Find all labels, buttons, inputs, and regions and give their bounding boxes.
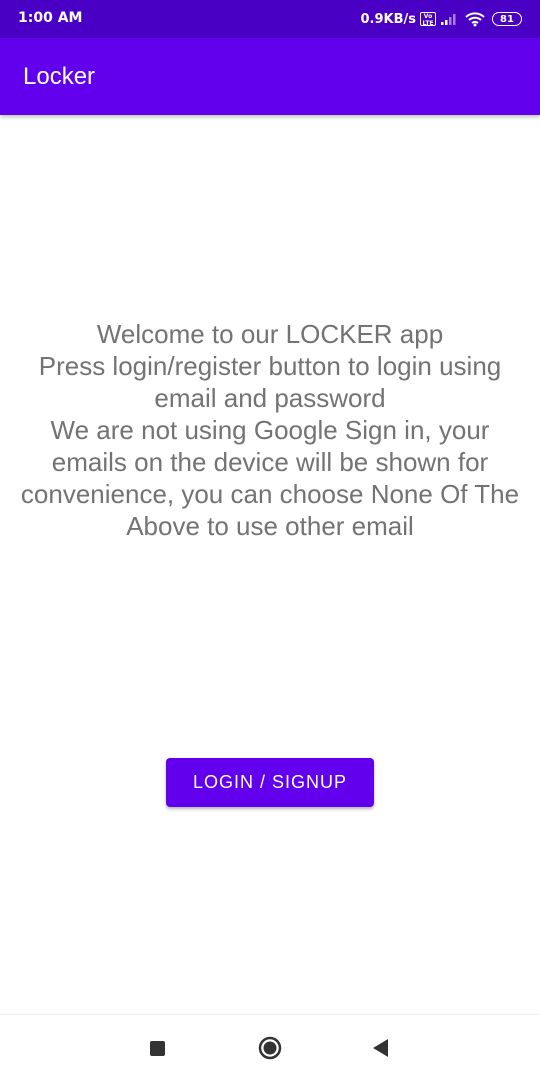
network-speed: 0.9KB/s xyxy=(360,11,417,27)
welcome-message: Welcome to our LOCKER app Press login/re… xyxy=(20,319,520,541)
back-icon[interactable] xyxy=(372,1039,388,1057)
app-title: Locker xyxy=(23,63,96,90)
wifi-icon xyxy=(464,11,486,27)
battery-icon: 81 xyxy=(492,12,522,26)
app-bar: Locker xyxy=(0,38,540,115)
login-signup-button[interactable]: LOGIN / SIGNUP xyxy=(166,758,374,807)
navigation-bar xyxy=(0,1014,540,1081)
recents-icon[interactable] xyxy=(150,1041,165,1056)
volte-icon: Vo LTE xyxy=(420,12,436,27)
home-icon[interactable] xyxy=(258,1036,282,1060)
signal-icon xyxy=(440,12,460,26)
status-time: 1:00 AM xyxy=(18,10,83,26)
status-bar: 1:00 AM 0.9KB/s Vo LTE 81 xyxy=(0,0,540,38)
status-indicators: 0.9KB/s Vo LTE 81 xyxy=(360,9,522,29)
